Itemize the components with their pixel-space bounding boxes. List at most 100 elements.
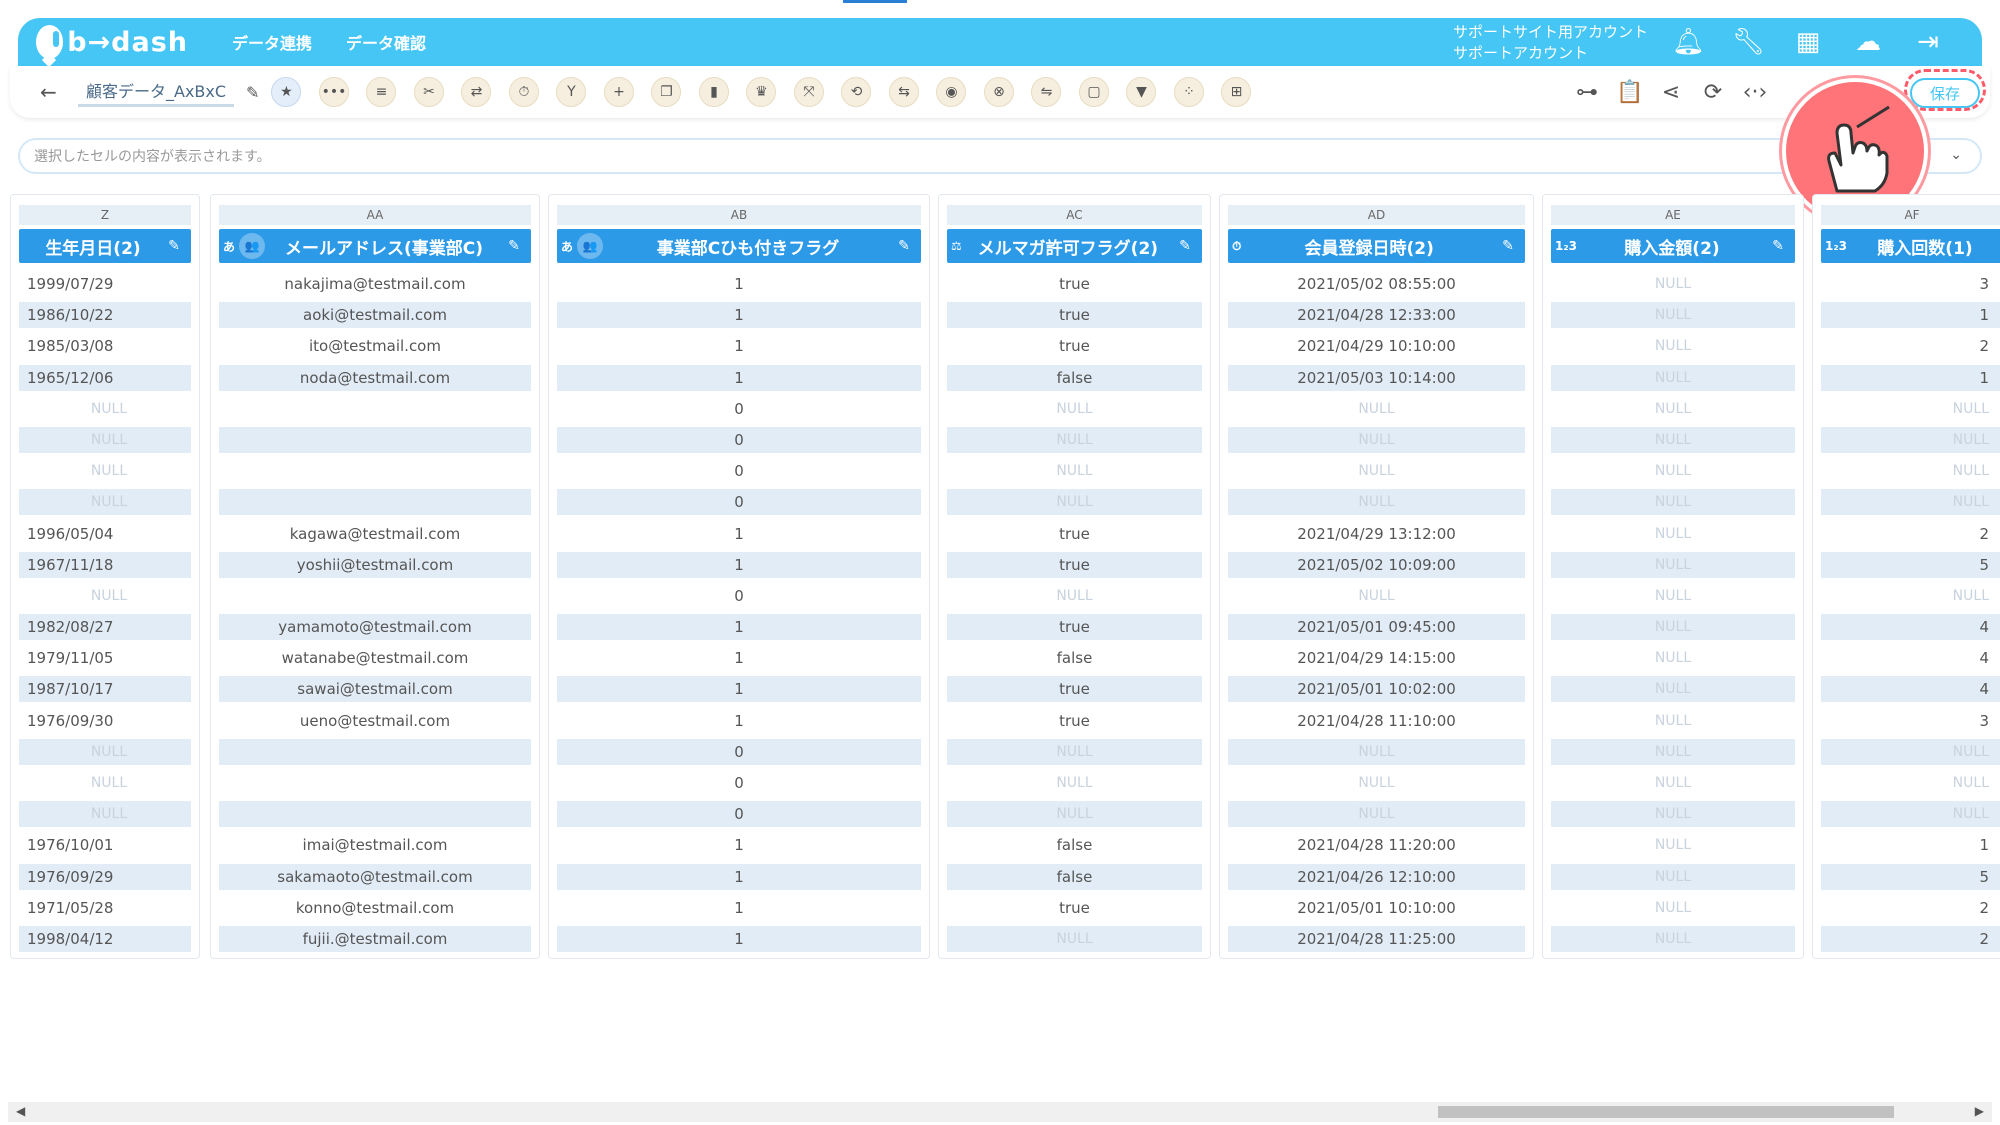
edit-column-icon[interactable]: ✎ [893,238,915,254]
table-cell[interactable]: 1 [557,364,921,391]
table-cell[interactable]: 1 [557,676,921,703]
bag-icon[interactable]: ◉ [936,77,967,107]
table-cell[interactable]: 0 [557,396,921,422]
column-header[interactable]: ⏱ 会員登録日時(2) ✎ [1228,229,1525,263]
table-cell[interactable]: 1 [557,521,921,547]
table-cell[interactable]: nakajima@testmail.com [219,271,531,297]
crown-icon[interactable]: ♛ [746,77,777,107]
table-cell[interactable]: 1976/09/29 [19,863,191,890]
table-cell[interactable]: ueno@testmail.com [219,708,531,734]
table-cell[interactable]: 1 [1821,832,2000,858]
bdash-logo[interactable]: b→dash [36,25,188,59]
table-cell[interactable]: NULL [1551,614,1795,641]
table-cell[interactable]: NULL [1821,458,2000,484]
table-cell[interactable]: NULL [1551,396,1795,422]
table-cell[interactable]: 0 [557,738,921,765]
table-cell[interactable]: 0 [557,801,921,828]
table-cell[interactable]: 1967/11/18 [19,551,191,578]
column-header[interactable]: 生年月日(2) ✎ [19,229,191,263]
table-cell[interactable]: 0 [557,458,921,484]
table-cell[interactable]: NULL [1551,302,1795,329]
table-cell[interactable]: 1 [557,271,921,297]
table-cell[interactable]: NULL [1228,738,1525,765]
table-cell[interactable] [219,583,531,609]
table-cell[interactable]: NULL [947,738,1202,765]
table-cell[interactable]: NULL [1551,333,1795,359]
table-cell[interactable]: 1 [557,551,921,578]
table-cell[interactable]: true [947,271,1202,297]
table-cell[interactable] [219,396,531,422]
table-cell[interactable]: NULL [1551,489,1795,516]
table-cell[interactable]: NULL [1551,364,1795,391]
edit-column-icon[interactable]: ✎ [1497,238,1519,254]
table-cell[interactable]: noda@testmail.com [219,364,531,391]
table-cell[interactable]: NULL [1551,583,1795,609]
table-cell[interactable]: NULL [947,770,1202,796]
code-icon[interactable]: ‹·› [1742,80,1768,105]
edit-name-icon[interactable]: ✎ [246,83,259,102]
convert-icon[interactable]: ⇆ [888,77,919,107]
table-cell[interactable]: NULL [19,738,191,765]
table-cell[interactable]: 1987/10/17 [19,676,191,703]
chevron-down-icon[interactable]: ⌄ [1950,147,1962,163]
table-cell[interactable]: 2021/04/29 13:12:00 [1228,521,1525,547]
table-cell[interactable]: imai@testmail.com [219,832,531,858]
table-cell[interactable]: NULL [1228,489,1525,516]
merge-arrows-icon[interactable]: ⇄ [461,77,492,107]
table-cell[interactable]: 3 [1821,271,2000,297]
table-cell[interactable]: false [947,645,1202,671]
table-cell[interactable]: false [947,863,1202,890]
table-cell[interactable]: NULL [947,925,1202,952]
table-cell[interactable]: NULL [1821,770,2000,796]
table-cell[interactable]: ito@testmail.com [219,333,531,359]
table-cell[interactable]: 1 [557,863,921,890]
back-arrow-icon[interactable]: ← [40,80,70,104]
nav-link-data-integration[interactable]: データ連携 [232,30,312,54]
table-cell[interactable]: 1976/09/30 [19,708,191,734]
bell-icon[interactable]: 🔔︎ [1672,27,1705,57]
table-cell[interactable]: true [947,614,1202,641]
table-cell[interactable]: 2021/04/29 14:15:00 [1228,645,1525,671]
table-cell[interactable]: true [947,551,1202,578]
table-cell[interactable]: 0 [557,426,921,453]
scissors-tools-icon[interactable]: ✂ [413,77,444,107]
list-icon[interactable]: ≡ [366,77,397,107]
table-cell[interactable]: NULL [1821,738,2000,765]
table-cell[interactable]: sawai@testmail.com [219,676,531,703]
account-info[interactable]: サポートサイト用アカウント サポートアカウント [1453,22,1648,64]
table-cell[interactable]: 4 [1821,645,2000,671]
column-letter[interactable]: Z [19,205,191,225]
wrench-icon[interactable]: 🔧︎ [1732,27,1765,57]
scrollbar-thumb[interactable] [1438,1106,1894,1118]
logout-icon[interactable]: ⇥ [1912,27,1944,57]
cancel-circle-icon[interactable]: ⊗ [983,77,1014,107]
table-cell[interactable]: 2021/04/26 12:10:00 [1228,863,1525,890]
table-cell[interactable]: NULL [1228,458,1525,484]
table-cell[interactable] [219,738,531,765]
table-cell[interactable]: 1965/12/06 [19,364,191,391]
table-cell[interactable]: 3 [1821,708,2000,734]
table-cell[interactable]: true [947,333,1202,359]
table-cell[interactable]: 2021/04/28 11:10:00 [1228,708,1525,734]
table-cell[interactable]: 1982/08/27 [19,614,191,641]
cell-content-bar[interactable]: 選択したセルの内容が表示されます。 ⌄ [18,138,1982,174]
table-cell[interactable]: 0 [557,770,921,796]
table-cell[interactable]: NULL [19,489,191,516]
table-cell[interactable]: NULL [1551,925,1795,952]
table-cell[interactable]: NULL [947,396,1202,422]
table-cell[interactable]: NULL [1228,426,1525,453]
refresh-doc-icon[interactable]: ⟳ [1700,80,1726,105]
table-cell[interactable]: true [947,302,1202,329]
table-cell[interactable]: 2021/04/28 11:25:00 [1228,925,1525,952]
table-cell[interactable] [219,770,531,796]
table-cell[interactable]: 2 [1821,333,2000,359]
expand-icon[interactable]: ⤧ [793,77,824,107]
table-cell[interactable]: NULL [1228,770,1525,796]
table-cell[interactable]: NULL [1551,738,1795,765]
edit-column-icon[interactable]: ✎ [1174,238,1196,254]
table-cell[interactable]: watanabe@testmail.com [219,645,531,671]
table-cell[interactable]: 2 [1821,521,2000,547]
trash-icon[interactable]: ▮ [698,77,729,107]
table-cell[interactable]: 1 [557,832,921,858]
nav-link-data-check[interactable]: データ確認 [346,30,426,54]
